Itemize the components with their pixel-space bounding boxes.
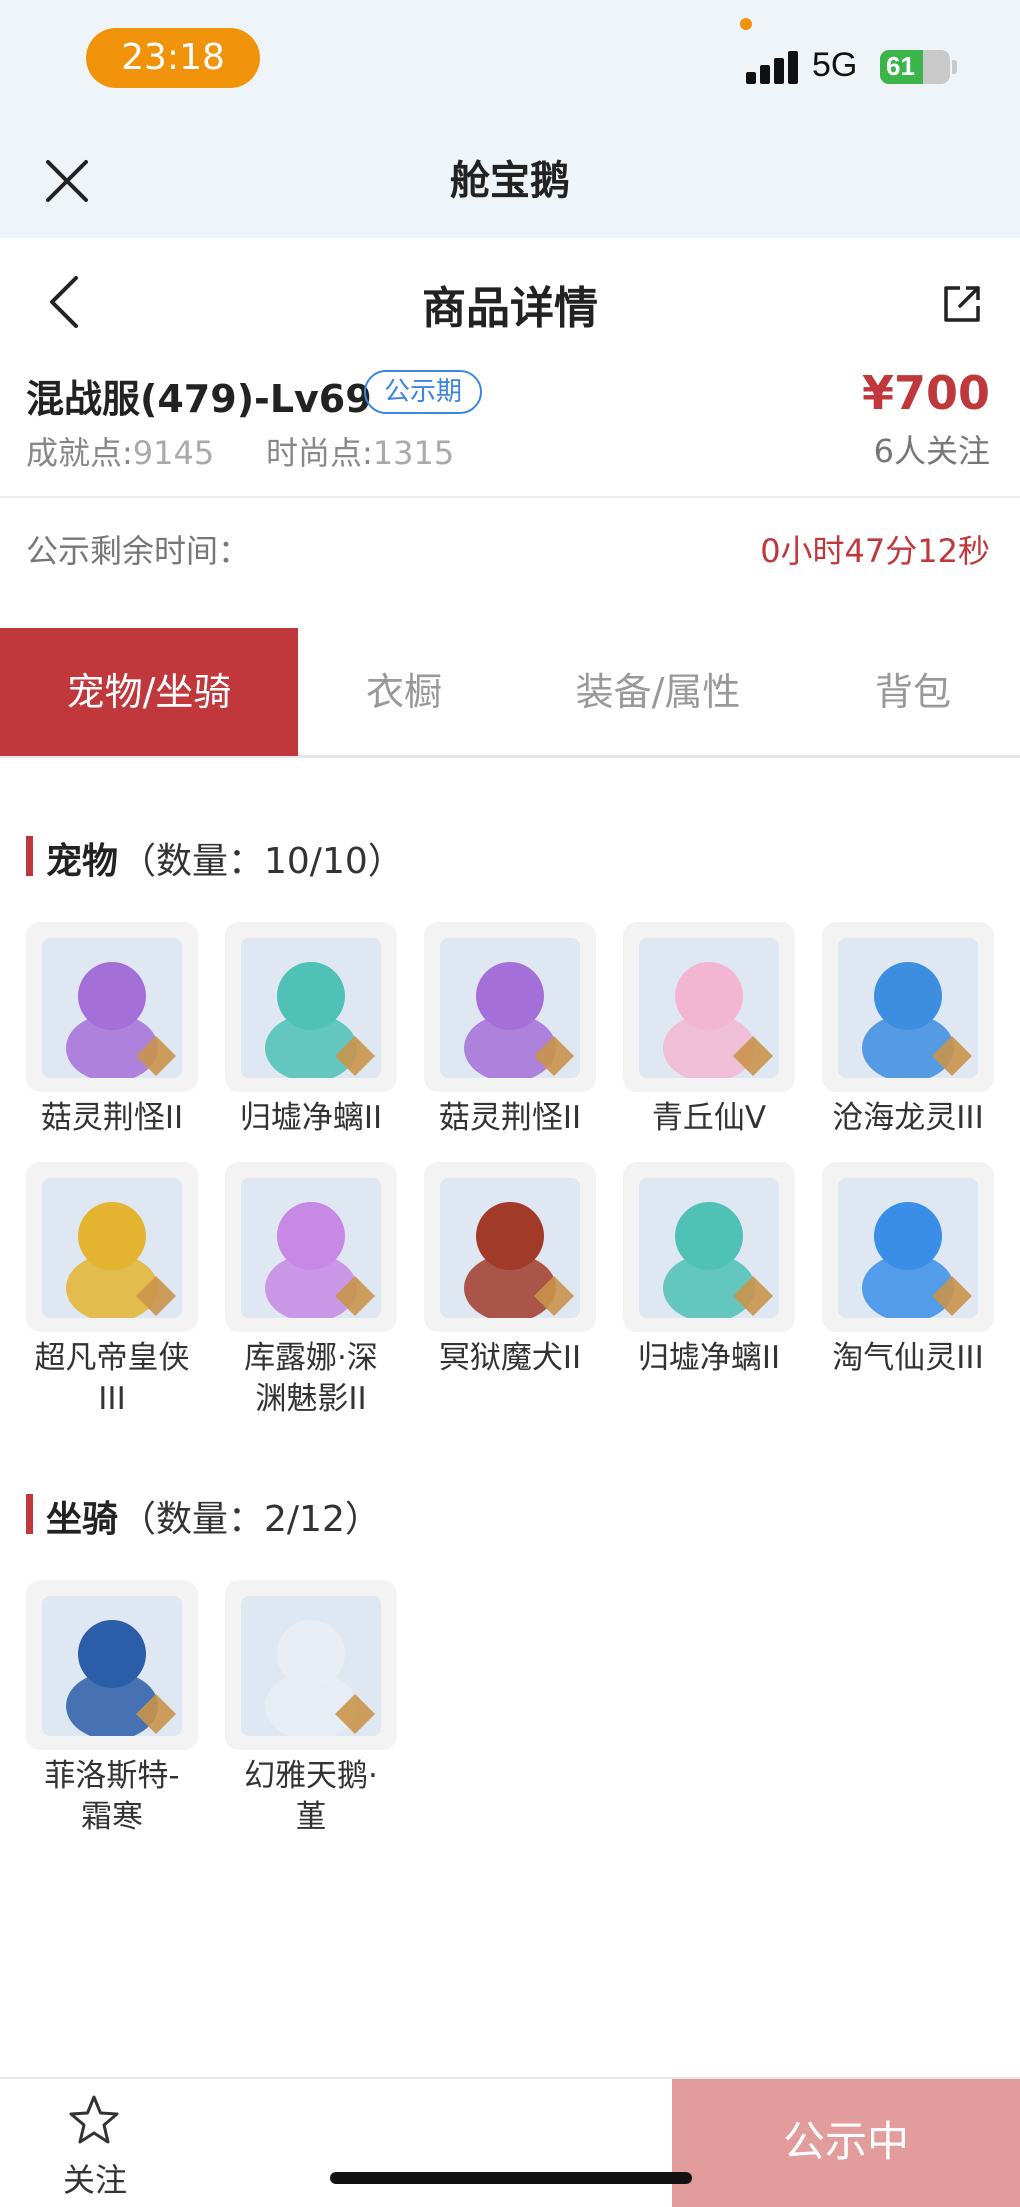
mount-thumbnail[interactable] [26,1580,198,1750]
pet-name: 沧海龙灵III [832,1100,984,1136]
bottom-bar: 关注 公示中 [0,2077,1020,2207]
pet-name: 菇灵荆怪II [438,1100,582,1136]
app-title: 舱宝鹅 [450,158,570,204]
pet-thumbnail[interactable] [623,1162,795,1332]
pet-portrait-icon [440,1178,580,1318]
status-badge: 公示期 [364,370,483,414]
tab-backpack[interactable]: 背包 [806,628,1020,756]
pet-thumbnail[interactable] [822,1162,994,1332]
status-time: 23:18 [86,28,260,88]
mount-portrait-icon [42,1596,182,1736]
mount-portrait-icon [241,1596,381,1736]
page-title: 商品详情 [422,283,598,334]
countdown-value: 0小时47分12秒 [760,532,990,570]
status-bar: 23:18 5G 61 [0,0,1020,118]
network-label: 5G [812,46,858,84]
achievement-points: 成就点:9145 [26,428,214,474]
pets-section-header: 宠物 （数量：10/10） [26,832,626,882]
battery-tip [952,60,957,74]
pet-name: 青丘仙V [651,1100,767,1136]
mount-name: 幻雅天鹅· 堇 [244,1758,378,1835]
countdown-row: 公示剩余时间： 0小时47分12秒 [0,498,1020,628]
pet-portrait-icon [42,938,182,1078]
mount-thumbnail[interactable] [225,1580,397,1750]
privacy-indicator-dot [740,18,752,30]
tab-wardrobe[interactable]: 衣橱 [298,628,510,756]
pet-name: 冥狱魔犬II [438,1340,582,1376]
mounts-section-header: 坐骑 （数量：2/12） [26,1490,626,1540]
product-summary: 混战服(479)-Lv69 公示期 成就点:9145 时尚点:1315 ¥700… [0,366,1020,498]
pet-thumbnail[interactable] [26,1162,198,1332]
tab-bar: 宠物/坐骑 衣橱 装备/属性 背包 [0,628,1020,758]
pet-name: 菇灵荆怪II [40,1100,184,1136]
signal-icon [746,50,798,84]
home-indicator [330,2172,692,2184]
pet-name: 归墟净螭II [239,1100,383,1136]
pets-section-title: 宠物 [46,841,119,882]
follower-count: 6人关注 [873,432,990,470]
mounts-section-count: （数量：2/12） [120,1499,381,1540]
section-marker [26,1494,33,1534]
app-header: 舱宝鹅 [0,118,1020,238]
fashion-label: 时尚点: [266,434,373,472]
battery-icon: 61 [880,50,950,84]
countdown-label: 公示剩余时间： [26,532,251,570]
pet-thumbnail[interactable] [225,1162,397,1332]
server-name: 混战服(479)-Lv69 [26,377,372,421]
price: ¥700 [861,366,990,420]
pet-portrait-icon [838,1178,978,1318]
pet-portrait-icon [639,938,779,1078]
pet-thumbnail[interactable] [225,922,397,1092]
star-icon[interactable] [66,2093,122,2149]
announcement-status-button[interactable]: 公示中 [672,2079,1020,2207]
achievement-label: 成就点: [26,434,133,472]
pet-name: 淘气仙灵III [832,1340,984,1376]
pet-portrait-icon [440,938,580,1078]
tab-pets-mounts[interactable]: 宠物/坐骑 [0,628,298,756]
section-marker [26,836,33,876]
pet-portrait-icon [241,938,381,1078]
battery-level: 61 [886,51,915,81]
nav-bar: 商品详情 [0,238,1020,366]
tab-equipment[interactable]: 装备/属性 [510,628,806,756]
mount-name: 菲洛斯特- 霜寒 [44,1758,180,1835]
pet-thumbnail[interactable] [623,922,795,1092]
follow-button-label[interactable]: 关注 [40,2155,150,2201]
pet-name: 超凡帝皇侠 III [34,1340,190,1417]
pet-name: 归墟净螭II [637,1340,781,1376]
pet-thumbnail[interactable] [26,922,198,1092]
pet-thumbnail[interactable] [424,1162,596,1332]
fashion-value: 1315 [372,434,455,472]
fashion-points: 时尚点:1315 [266,428,454,474]
achievement-value: 9145 [132,434,215,472]
pet-thumbnail[interactable] [424,922,596,1092]
pet-portrait-icon [639,1178,779,1318]
mounts-section-title: 坐骑 [46,1499,119,1540]
pet-name: 库露娜·深 渊魅影II [244,1340,378,1417]
pet-portrait-icon [42,1178,182,1318]
pet-portrait-icon [838,938,978,1078]
pet-portrait-icon [241,1178,381,1318]
pets-section-count: （数量：10/10） [120,841,404,882]
pet-thumbnail[interactable] [822,922,994,1092]
share-icon[interactable] [940,282,984,326]
